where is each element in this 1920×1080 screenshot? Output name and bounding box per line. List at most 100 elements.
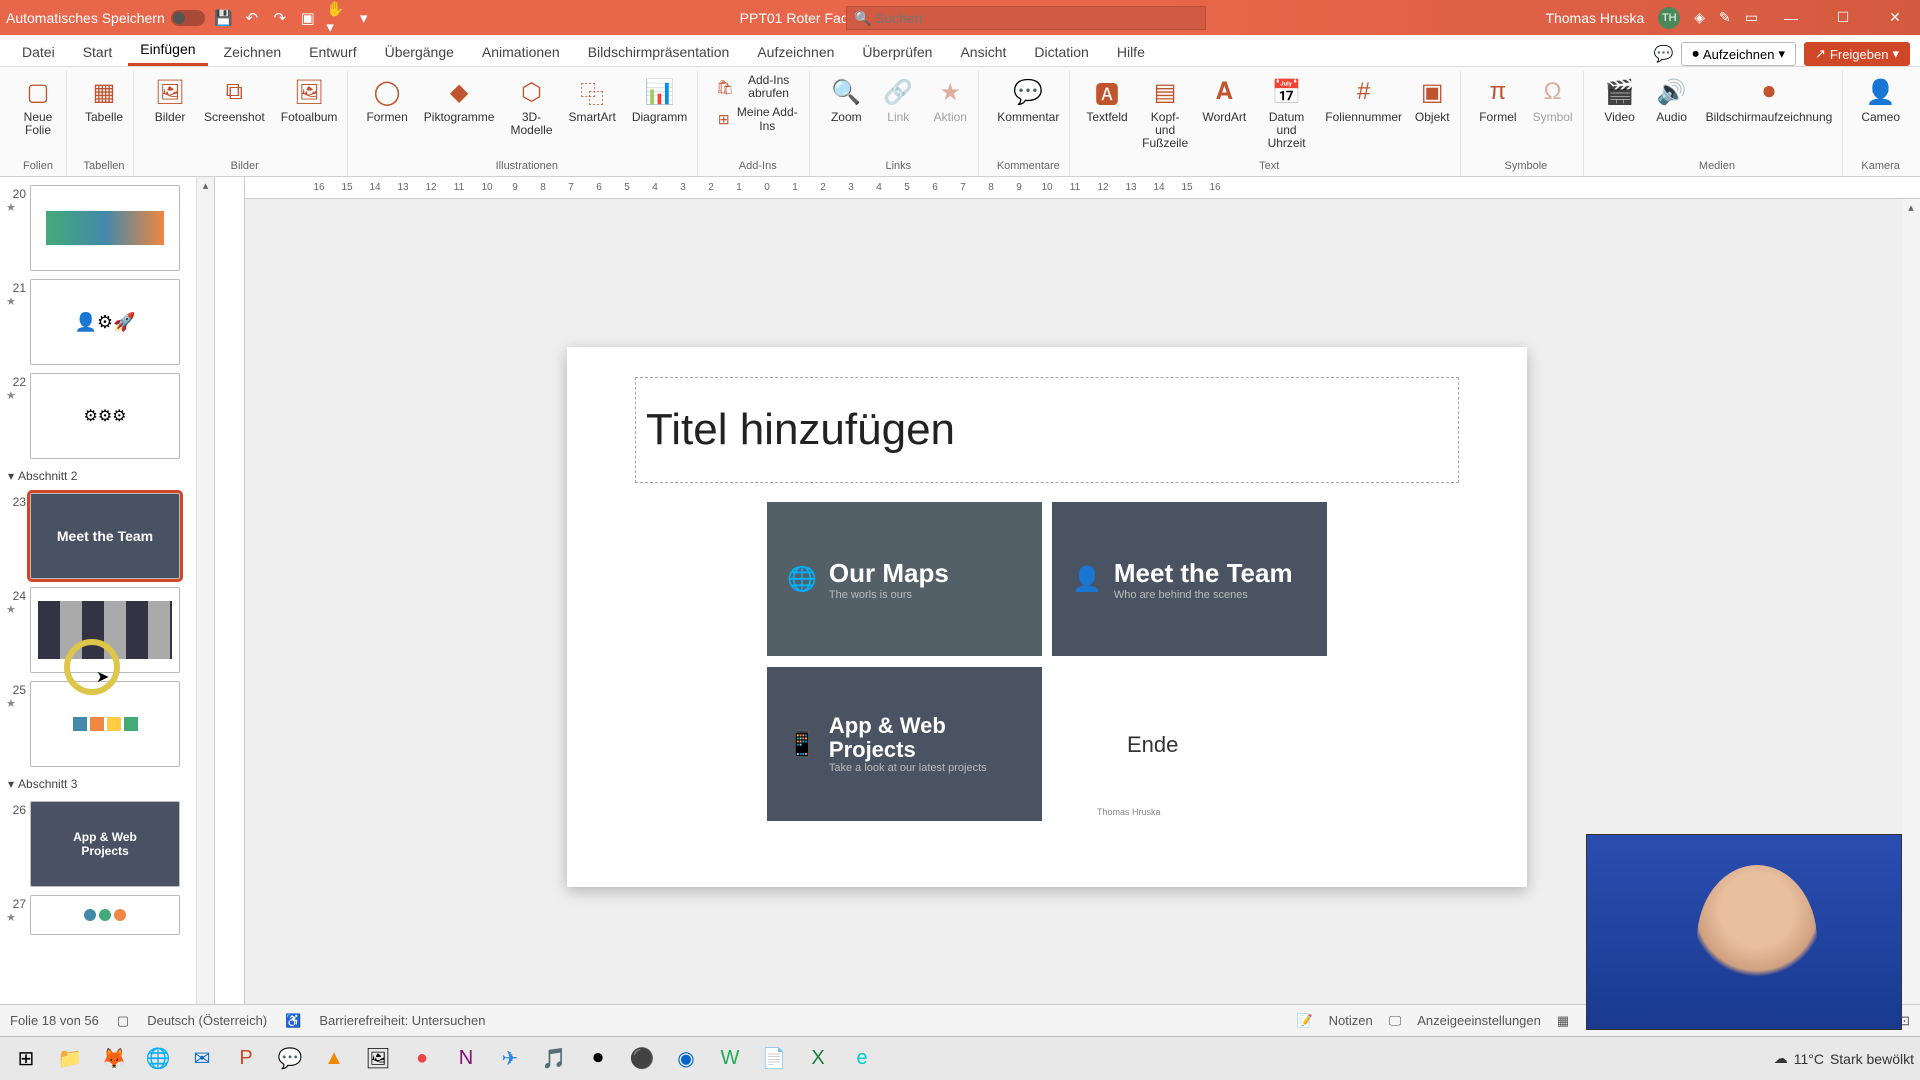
zoom-card-team[interactable]: 👤 Meet the TeamWho are behind the scenes — [1052, 502, 1327, 656]
app-icon[interactable]: 🎵 — [534, 1041, 574, 1077]
slide-thumb-21[interactable]: 👤⚙🚀 — [30, 279, 180, 365]
maximize-button[interactable]: ☐ — [1824, 4, 1862, 32]
tabelle-button[interactable]: ▦Tabelle — [81, 73, 127, 126]
tab-einfuegen[interactable]: Einfügen — [128, 35, 207, 66]
video-button[interactable]: 🎬Video — [1598, 73, 1642, 126]
tab-start[interactable]: Start — [71, 38, 125, 66]
word-icon[interactable]: W — [710, 1041, 750, 1077]
slide-thumb-23[interactable]: Meet the Team — [30, 493, 180, 579]
cameo-button[interactable]: 👤Cameo — [1857, 73, 1904, 126]
smartart-button[interactable]: ⿻SmartArt — [565, 73, 620, 126]
tab-animationen[interactable]: Animationen — [470, 38, 572, 66]
tab-zeichnen[interactable]: Zeichnen — [212, 38, 294, 66]
normal-view-icon[interactable]: ▦ — [1557, 1013, 1569, 1029]
tab-dictation[interactable]: Dictation — [1022, 38, 1100, 66]
objekt-button[interactable]: ▣Objekt — [1410, 73, 1454, 126]
canvas-scrollbar[interactable]: ▴ — [1902, 199, 1920, 1048]
aktion-button[interactable]: ★Aktion — [928, 73, 972, 126]
screenrec-button[interactable]: ⏺Bildschirmaufzeichnung — [1702, 73, 1837, 126]
powerpoint-icon[interactable]: P — [226, 1041, 266, 1077]
weather-widget[interactable]: ☁ 11°C Stark bewölkt — [1774, 1050, 1914, 1067]
slide-thumb-27[interactable] — [30, 895, 180, 935]
slide-editor[interactable]: Titel hinzufügen 🌐 Our MapsThe worls is … — [567, 347, 1527, 887]
slide-thumb-24[interactable] — [30, 587, 180, 673]
explorer-icon[interactable]: 📁 — [50, 1041, 90, 1077]
slide-thumb-22[interactable]: ⚙⚙⚙ — [30, 373, 180, 459]
neue-folie-button[interactable]: ▢Neue Folie — [16, 73, 60, 139]
onenote-icon[interactable]: N — [446, 1041, 486, 1077]
vlc-icon[interactable]: ▲ — [314, 1041, 354, 1077]
scroll-up-icon[interactable]: ▴ — [197, 177, 214, 195]
present-icon[interactable]: ▣ — [299, 9, 317, 27]
comments-icon[interactable]: 💬 — [1654, 44, 1674, 64]
tab-bildschirm[interactable]: Bildschirmpräsentation — [576, 38, 742, 66]
spellcheck-icon[interactable]: ▢ — [117, 1013, 129, 1029]
kommentar-button[interactable]: 💬Kommentar — [993, 73, 1063, 126]
outlook-icon[interactable]: ✉ — [182, 1041, 222, 1077]
search-input[interactable] — [846, 6, 1206, 30]
share-button[interactable]: ↗Freigeben▾ — [1804, 42, 1910, 66]
scroll-up-icon[interactable]: ▴ — [1902, 199, 1920, 217]
symbol-button[interactable]: ΩSymbol — [1529, 73, 1577, 126]
tab-uebergaenge[interactable]: Übergänge — [373, 38, 466, 66]
section-header-2[interactable]: ▾Abschnitt 2 — [0, 463, 196, 489]
save-icon[interactable]: 💾 — [215, 9, 233, 27]
anzeige-button[interactable]: Anzeigeeinstellungen — [1417, 1013, 1541, 1028]
zoom-card-projects[interactable]: 📱 App & Web ProjectsTake a look at our l… — [767, 667, 1042, 821]
tab-ueberpruefen[interactable]: Überprüfen — [850, 38, 944, 66]
tab-aufzeichnen[interactable]: Aufzeichnen — [745, 38, 846, 66]
3dmodelle-button[interactable]: ⬡3D- Modelle — [506, 73, 556, 139]
accessibility-label[interactable]: Barrierefreiheit: Untersuchen — [319, 1013, 485, 1028]
redo-icon[interactable]: ↷ — [271, 9, 289, 27]
autosave-toggle[interactable]: Automatisches Speichern — [6, 10, 205, 26]
window-snap-icon[interactable]: ▭ — [1745, 9, 1758, 26]
zoom-button[interactable]: 🔍Zoom — [824, 73, 868, 126]
firefox-icon[interactable]: 🦊 — [94, 1041, 134, 1077]
formen-button[interactable]: ◯Formen — [362, 73, 411, 126]
bilder-button[interactable]: 🖼Bilder — [148, 73, 192, 126]
excel-icon[interactable]: X — [798, 1041, 838, 1077]
slide-counter[interactable]: Folie 18 von 56 — [10, 1013, 99, 1028]
slide-thumb-26[interactable]: App & Web Projects — [30, 801, 180, 887]
app-icon[interactable]: ◉ — [666, 1041, 706, 1077]
fotoalbum-button[interactable]: 🖼Fotoalbum — [277, 73, 342, 126]
tab-ansicht[interactable]: Ansicht — [948, 38, 1018, 66]
slide-thumb-25[interactable] — [30, 681, 180, 767]
addins-abrufen-button[interactable]: 🛍Add-Ins abrufen — [712, 73, 803, 101]
toggle-switch[interactable] — [171, 10, 205, 26]
section-header-3[interactable]: ▾Abschnitt 3 — [0, 771, 196, 797]
meine-addins-button[interactable]: ⊞Meine Add-Ins — [712, 105, 803, 133]
record-button[interactable]: ⏺Aufzeichnen▾ — [1681, 42, 1796, 66]
tab-hilfe[interactable]: Hilfe — [1105, 38, 1157, 66]
coming-soon-icon[interactable]: ◈ — [1694, 9, 1705, 26]
formel-button[interactable]: πFormel — [1475, 73, 1520, 126]
start-button[interactable]: ⊞ — [6, 1041, 46, 1077]
zoom-card-maps[interactable]: 🌐 Our MapsThe worls is ours — [767, 502, 1042, 656]
user-name[interactable]: Thomas Hruska — [1545, 10, 1644, 26]
tab-datei[interactable]: Datei — [10, 38, 67, 66]
app-icon[interactable]: 📄 — [754, 1041, 794, 1077]
audio-button[interactable]: 🔊Audio — [1650, 73, 1694, 126]
slide-thumbnails-panel[interactable]: 20★ 21★ 👤⚙🚀 22★ ⚙⚙⚙ ▾Abschnitt 2 23 Meet… — [0, 177, 215, 1048]
screenshot-button[interactable]: ⧉Screenshot — [200, 73, 269, 126]
app-icon[interactable]: 💬 — [270, 1041, 310, 1077]
textfeld-button[interactable]: 🅰Textfeld — [1084, 73, 1129, 126]
diagramm-button[interactable]: 📊Diagramm — [628, 73, 691, 126]
pen-icon[interactable]: ✎ — [1719, 9, 1731, 26]
thumbs-scrollbar[interactable]: ▴ ▾ — [196, 177, 214, 1048]
qat-more-icon[interactable]: ▾ — [355, 9, 373, 27]
ende-text[interactable]: Ende — [1127, 732, 1178, 758]
link-button[interactable]: 🔗Link — [876, 73, 920, 126]
obs-icon[interactable]: ⚫ — [622, 1041, 662, 1077]
telegram-icon[interactable]: ✈ — [490, 1041, 530, 1077]
tab-entwurf[interactable]: Entwurf — [297, 38, 368, 66]
notizen-button[interactable]: Notizen — [1329, 1013, 1373, 1028]
piktogramme-button[interactable]: ◆Piktogramme — [420, 73, 499, 126]
datum-button[interactable]: 📅Datum und Uhrzeit — [1256, 73, 1317, 153]
title-placeholder[interactable]: Titel hinzufügen — [635, 377, 1459, 483]
close-button[interactable]: ✕ — [1876, 4, 1914, 32]
undo-icon[interactable]: ↶ — [243, 9, 261, 27]
minimize-button[interactable]: — — [1772, 4, 1810, 32]
user-avatar[interactable]: TH — [1658, 7, 1680, 29]
wordart-button[interactable]: 𝐀WordArt — [1201, 73, 1249, 126]
